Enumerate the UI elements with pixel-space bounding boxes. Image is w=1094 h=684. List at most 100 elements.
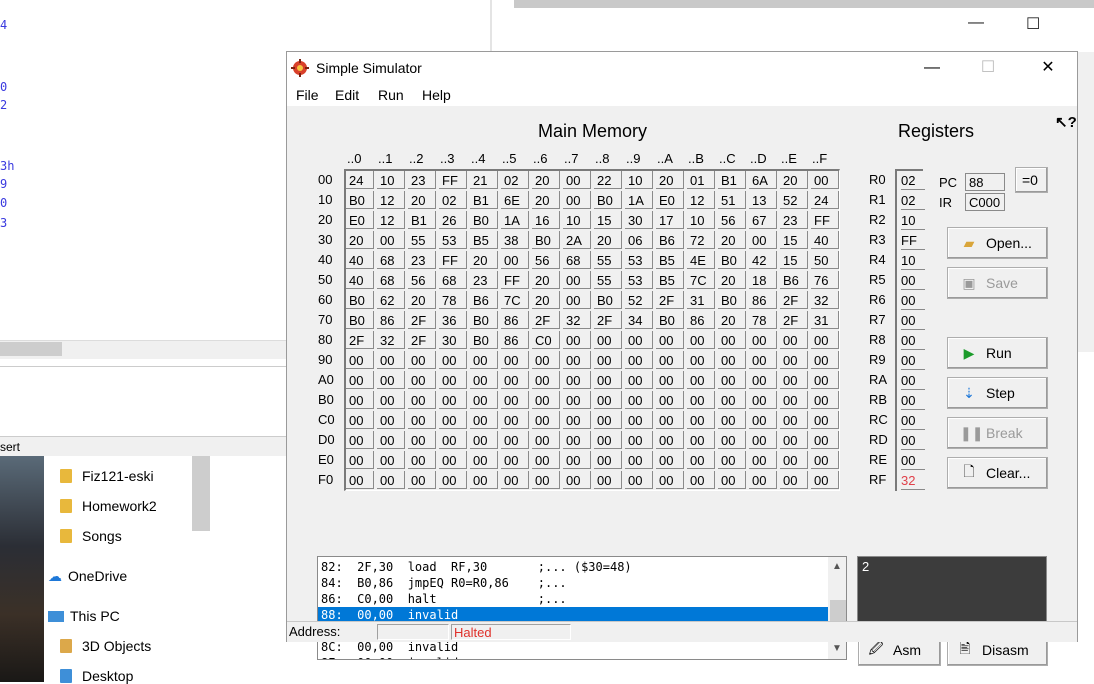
- memory-cell[interactable]: 76: [811, 271, 839, 289]
- memory-cell[interactable]: 00: [625, 331, 653, 349]
- memory-cell[interactable]: C0: [532, 331, 560, 349]
- memory-cell[interactable]: 20: [532, 191, 560, 209]
- memory-cell[interactable]: 00: [718, 371, 746, 389]
- title-bar[interactable]: Simple Simulator — ☐ ✕: [287, 52, 1077, 84]
- memory-cell[interactable]: 00: [594, 331, 622, 349]
- memory-cell[interactable]: 00: [811, 471, 839, 489]
- explorer-scroll-thumb[interactable]: [192, 456, 210, 531]
- memory-cell[interactable]: 00: [811, 371, 839, 389]
- memory-cell[interactable]: 86: [749, 291, 777, 309]
- memory-cell[interactable]: 00: [439, 471, 467, 489]
- menu-file[interactable]: File: [296, 87, 319, 103]
- memory-cell[interactable]: 12: [377, 211, 405, 229]
- memory-cell[interactable]: 12: [687, 191, 715, 209]
- memory-cell[interactable]: B1: [470, 191, 498, 209]
- memory-cell[interactable]: 52: [780, 191, 808, 209]
- memory-cell[interactable]: 00: [470, 351, 498, 369]
- code-line[interactable]: 8E: 00,00 invalid: [318, 655, 828, 659]
- memory-cell[interactable]: B6: [780, 271, 808, 289]
- memory-cell[interactable]: FF: [439, 171, 467, 189]
- memory-cell[interactable]: 00: [656, 351, 684, 369]
- memory-cell[interactable]: 00: [625, 451, 653, 469]
- close-button[interactable]: ✕: [1025, 52, 1071, 84]
- memory-cell[interactable]: 00: [563, 391, 591, 409]
- explorer-item-fiz121-eski[interactable]: Fiz121-eski: [60, 468, 154, 484]
- memory-cell[interactable]: 15: [594, 211, 622, 229]
- memory-cell[interactable]: 00: [532, 451, 560, 469]
- memory-cell[interactable]: 17: [656, 211, 684, 229]
- memory-cell[interactable]: 53: [439, 231, 467, 249]
- memory-cell[interactable]: 10: [563, 211, 591, 229]
- memory-cell[interactable]: 55: [594, 271, 622, 289]
- code-scroll-thumb[interactable]: [830, 600, 846, 622]
- memory-cell[interactable]: 00: [718, 391, 746, 409]
- memory-cell[interactable]: 00: [594, 471, 622, 489]
- memory-cell[interactable]: 00: [501, 451, 529, 469]
- memory-cell[interactable]: 00: [563, 471, 591, 489]
- memory-cell[interactable]: 00: [594, 431, 622, 449]
- memory-cell[interactable]: 00: [718, 331, 746, 349]
- memory-cell[interactable]: 68: [377, 271, 405, 289]
- memory-cell[interactable]: 00: [377, 451, 405, 469]
- run-button[interactable]: ▶ Run: [947, 337, 1048, 369]
- memory-cell[interactable]: 00: [749, 471, 777, 489]
- memory-cell[interactable]: E0: [656, 191, 684, 209]
- register-value[interactable]: 00: [901, 371, 925, 390]
- memory-cell[interactable]: 38: [501, 231, 529, 249]
- background-minimize-icon[interactable]: —: [968, 14, 984, 32]
- memory-cell[interactable]: 30: [625, 211, 653, 229]
- memory-cell[interactable]: 00: [470, 371, 498, 389]
- memory-cell[interactable]: B0: [594, 291, 622, 309]
- memory-cell[interactable]: 00: [346, 351, 374, 369]
- memory-cell[interactable]: FF: [439, 251, 467, 269]
- memory-cell[interactable]: 00: [470, 431, 498, 449]
- register-value[interactable]: 02: [901, 191, 925, 210]
- memory-cell[interactable]: 00: [501, 411, 529, 429]
- memory-cell[interactable]: 00: [780, 471, 808, 489]
- memory-cell[interactable]: 00: [687, 371, 715, 389]
- memory-cell[interactable]: 2F: [780, 311, 808, 329]
- memory-cell[interactable]: 24: [346, 171, 374, 189]
- memory-cell[interactable]: 31: [811, 311, 839, 329]
- reset-pc-button[interactable]: =0: [1015, 167, 1048, 193]
- memory-cell[interactable]: 20: [718, 271, 746, 289]
- memory-cell[interactable]: 2F: [408, 331, 436, 349]
- break-button[interactable]: ❚❚ Break: [947, 417, 1048, 449]
- memory-cell[interactable]: 36: [439, 311, 467, 329]
- memory-cell[interactable]: 21: [470, 171, 498, 189]
- memory-cell[interactable]: B0: [718, 251, 746, 269]
- menu-run[interactable]: Run: [378, 87, 404, 103]
- memory-cell[interactable]: 1A: [625, 191, 653, 209]
- memory-cell[interactable]: 53: [625, 271, 653, 289]
- memory-cell[interactable]: 00: [532, 391, 560, 409]
- memory-cell[interactable]: 31: [687, 291, 715, 309]
- memory-cell[interactable]: FF: [501, 271, 529, 289]
- memory-cell[interactable]: 00: [408, 471, 436, 489]
- memory-cell[interactable]: 00: [377, 431, 405, 449]
- memory-cell[interactable]: 00: [501, 471, 529, 489]
- memory-cell[interactable]: 32: [811, 291, 839, 309]
- memory-cell[interactable]: 2F: [346, 331, 374, 349]
- memory-cell[interactable]: 00: [718, 451, 746, 469]
- memory-cell[interactable]: 4E: [687, 251, 715, 269]
- memory-cell[interactable]: 2F: [656, 291, 684, 309]
- memory-cell[interactable]: 00: [346, 411, 374, 429]
- memory-cell[interactable]: 00: [346, 471, 374, 489]
- memory-cell[interactable]: 00: [625, 371, 653, 389]
- memory-cell[interactable]: 00: [749, 411, 777, 429]
- memory-cell[interactable]: 6E: [501, 191, 529, 209]
- memory-cell[interactable]: 00: [811, 391, 839, 409]
- memory-cell[interactable]: 40: [346, 271, 374, 289]
- memory-cell[interactable]: 00: [470, 451, 498, 469]
- memory-cell[interactable]: 00: [749, 371, 777, 389]
- register-value[interactable]: 00: [901, 351, 925, 370]
- memory-cell[interactable]: 20: [656, 171, 684, 189]
- memory-cell[interactable]: B1: [718, 171, 746, 189]
- memory-cell[interactable]: 55: [594, 251, 622, 269]
- memory-cell[interactable]: 00: [408, 431, 436, 449]
- memory-cell[interactable]: 34: [625, 311, 653, 329]
- memory-cell[interactable]: 68: [439, 271, 467, 289]
- memory-cell[interactable]: B5: [656, 271, 684, 289]
- disassembly-list[interactable]: 82: 2F,30 load RF,30 ;... ($30=48) 84: B0…: [317, 556, 847, 660]
- memory-cell[interactable]: 00: [532, 411, 560, 429]
